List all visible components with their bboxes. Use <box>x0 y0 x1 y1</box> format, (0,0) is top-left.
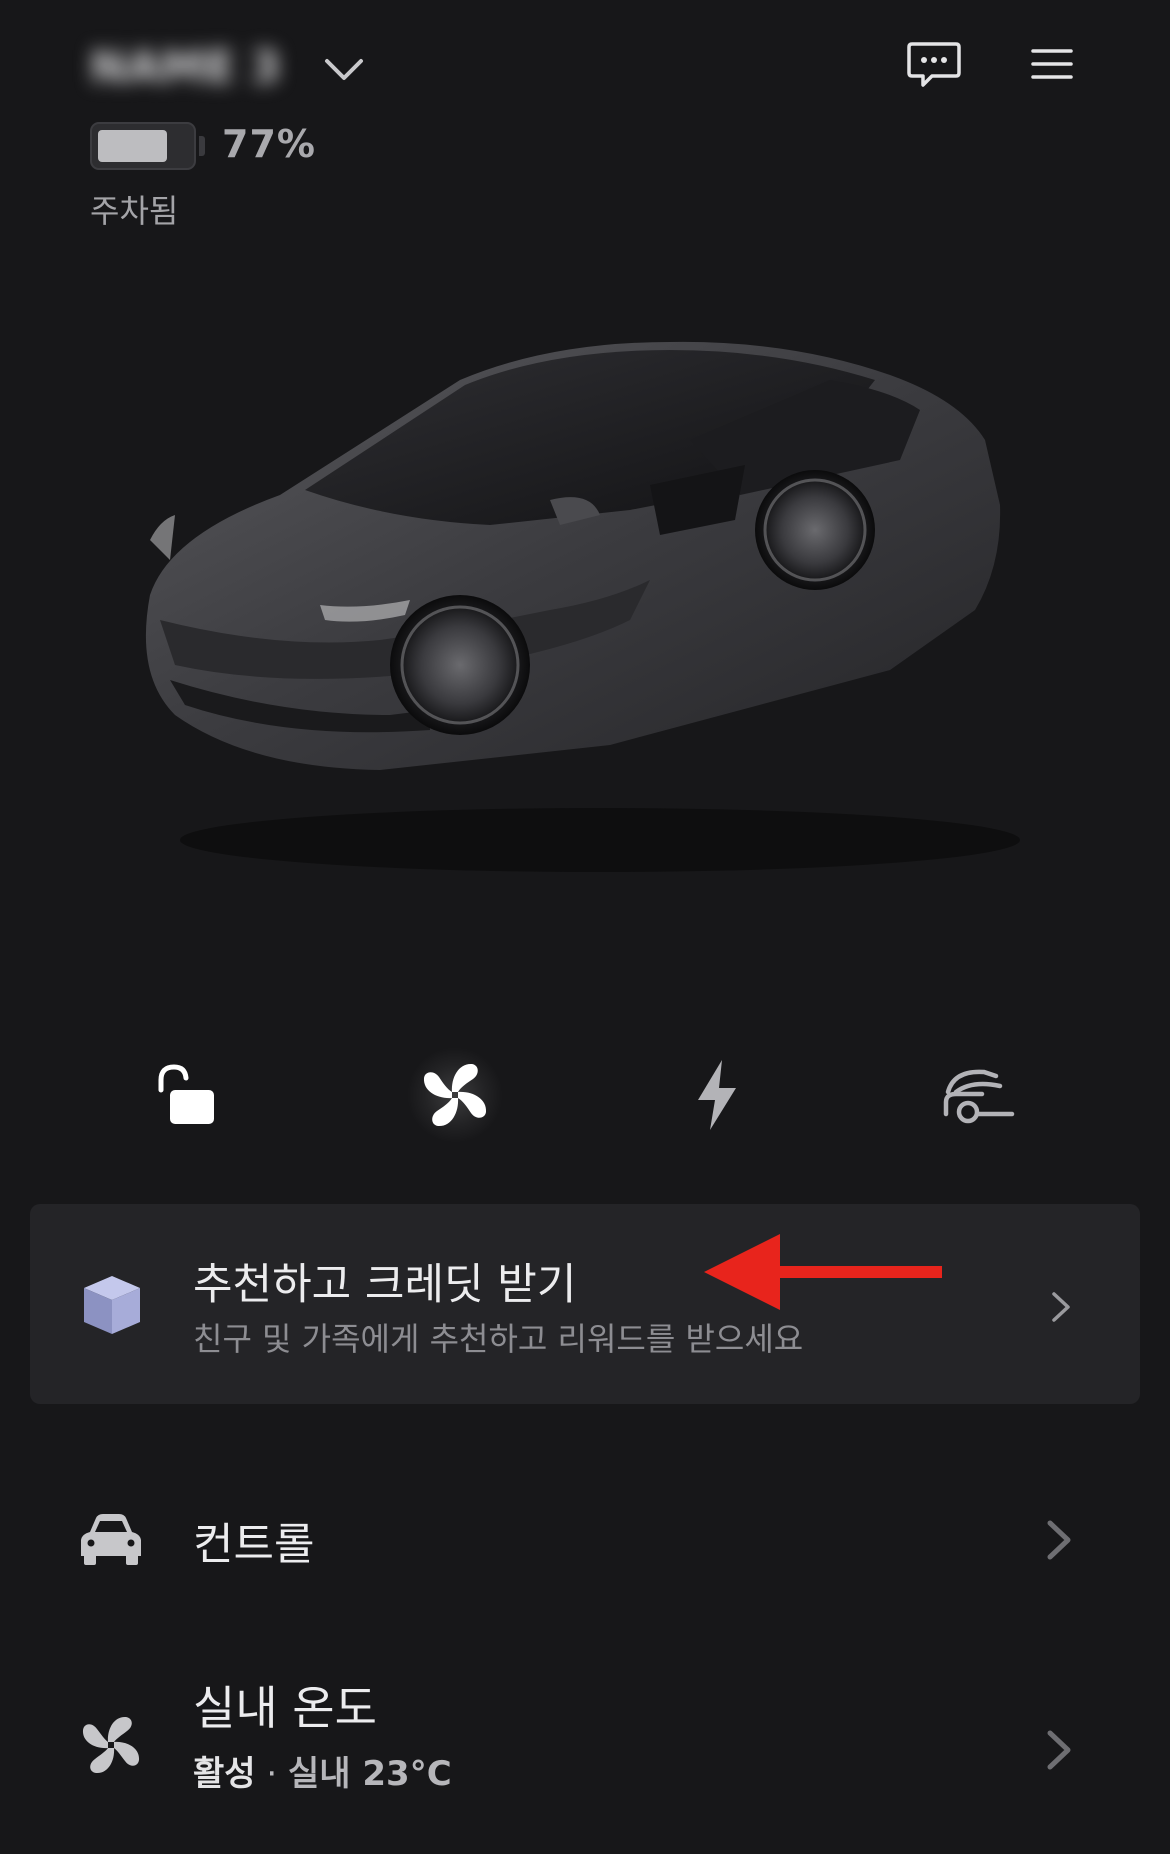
status-separator: · <box>255 1754 288 1794</box>
vehicle-name[interactable]: NAME 3 <box>90 42 295 98</box>
climate-menu-item[interactable]: 실내 온도 <box>193 1672 377 1738</box>
charge-button[interactable] <box>662 1040 772 1150</box>
chevron-right-icon[interactable] <box>1044 1728 1074 1772</box>
menu-icon[interactable] <box>1030 46 1074 82</box>
vehicle-image <box>145 341 1020 872</box>
unlock-button[interactable] <box>130 1040 240 1150</box>
frunk-icon <box>943 1069 1015 1124</box>
cube-icon <box>84 1276 140 1334</box>
chevron-right-icon <box>1052 1292 1070 1322</box>
battery-level <box>98 130 168 162</box>
battery-terminal <box>199 136 205 156</box>
referral-title: 추천하고 크레딧 받기 <box>193 1260 577 1310</box>
interior-temperature: 실내 23°C <box>288 1754 452 1794</box>
message-icon[interactable] <box>906 40 962 90</box>
vehicle-status: 주차됨 <box>90 192 179 230</box>
battery-icon <box>90 122 196 170</box>
frunk-button[interactable] <box>924 1040 1034 1150</box>
battery-percent: 77% <box>222 122 316 166</box>
fan-icon <box>423 1063 487 1127</box>
referral-subtitle: 친구 및 가족에게 추천하고 리워드를 받으세요 <box>193 1320 804 1358</box>
car-icon <box>81 1514 141 1565</box>
annotation-arrow-icon <box>704 1234 942 1310</box>
climate-status-active: 활성 <box>193 1754 256 1794</box>
climate-quick-button[interactable] <box>400 1040 510 1150</box>
chevron-down-icon[interactable] <box>322 52 366 88</box>
chevron-right-icon[interactable] <box>1044 1518 1074 1562</box>
fan-icon <box>82 1716 140 1774</box>
controls-menu-item[interactable]: 컨트롤 <box>193 1508 314 1572</box>
bolt-icon <box>698 1060 736 1130</box>
unlock-icon <box>158 1064 214 1124</box>
climate-status: 활성 · 실내 23°C <box>193 1746 452 1795</box>
